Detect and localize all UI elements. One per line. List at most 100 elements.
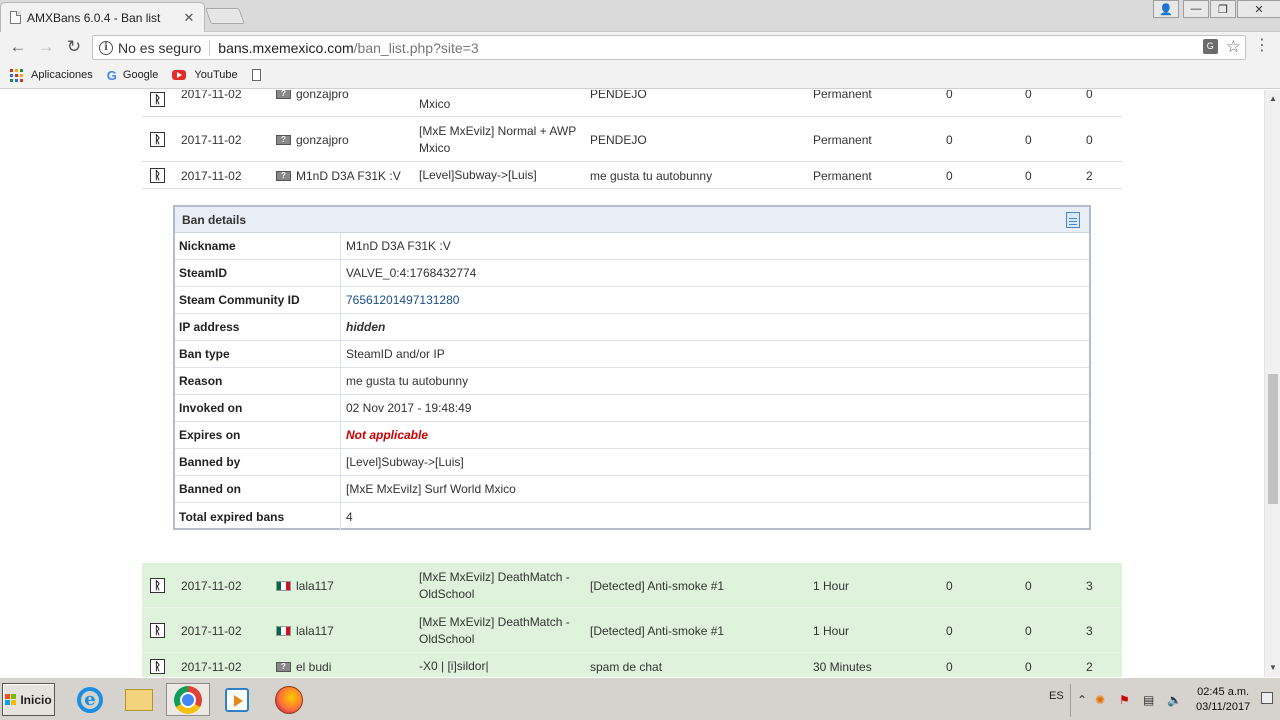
ban-server: [MxE MxEvilz] Normal + AWP Mxico <box>419 123 577 155</box>
page-icon <box>251 69 261 81</box>
ban-row[interactable]: ᚱ 2017-11-02 lala117 [MxE MxEvilz] Death… <box>142 608 1122 653</box>
page-viewport: ᚱ 2017-11-02 ? gonzajpro Mxico PENDEJO P… <box>0 90 1264 677</box>
ban-reason: spam de chat <box>590 659 663 674</box>
ban-count-3: 0 <box>1086 90 1093 101</box>
ban-length: Permanent <box>813 132 872 147</box>
browser-tab[interactable]: AMXBans 6.0.4 - Ban list ✕ <box>0 2 205 32</box>
ban-count-3: 2 <box>1086 659 1093 674</box>
browser-toolbar: ← → ↻ i No es seguro bans.mxemexico.com … <box>0 32 1280 62</box>
url-path[interactable]: /ban_list.php?site=3 <box>354 40 479 56</box>
detail-row-community-id: Steam Community ID 76561201497131280 <box>175 287 1089 314</box>
url-host[interactable]: bans.mxemexico.com <box>218 40 353 56</box>
bookmark-page[interactable] <box>251 69 261 81</box>
star-icon[interactable]: ☆ <box>1226 38 1241 55</box>
detail-row-total-expired: Total expired bans 4 <box>175 503 1089 530</box>
file-explorer-button[interactable] <box>117 683 161 716</box>
translate-icon[interactable]: G <box>1202 39 1218 54</box>
chrome-icon <box>174 685 202 714</box>
file-explorer-icon <box>125 688 153 711</box>
network-icon[interactable]: ▤ <box>1143 693 1154 707</box>
counter-strike-icon: ᚱ <box>150 659 165 674</box>
detail-label: Steam Community ID <box>175 287 341 313</box>
detail-label: Expires on <box>175 422 341 448</box>
chrome-button[interactable] <box>166 683 210 716</box>
ban-row[interactable]: ᚱ 2017-11-02 ? gonzajpro [MxE MxEvilz] N… <box>142 117 1122 162</box>
ban-row-selected[interactable]: ᚱ 2017-11-02 ? M1nD D3A F31K :V [Level]S… <box>142 162 1122 189</box>
ban-reason: PENDEJO <box>590 132 647 147</box>
vertical-scrollbar[interactable]: ▲ ▼ <box>1264 90 1280 677</box>
ban-nickname: gonzajpro <box>296 132 349 147</box>
window-controls: 👤 — ❐ ✕ <box>1152 0 1280 18</box>
action-center-icon[interactable]: ⚑ <box>1119 693 1130 707</box>
clock[interactable]: 02:45 a.m. 03/11/2017 <box>1196 685 1250 715</box>
maximize-button[interactable]: ❐ <box>1210 0 1236 18</box>
address-bar[interactable]: i No es seguro bans.mxemexico.com /ban_l… <box>92 35 1246 60</box>
scroll-down-icon[interactable]: ▼ <box>1265 661 1280 675</box>
detail-label: Nickname <box>175 233 341 259</box>
volume-icon[interactable]: 🔈 <box>1167 693 1182 707</box>
ban-count-2: 0 <box>1025 578 1032 593</box>
url-separator <box>209 39 211 56</box>
ban-server: [Level]Subway->[Luis] <box>419 168 537 182</box>
ban-nickname: gonzajpro <box>296 90 349 101</box>
detail-label: Total expired bans <box>175 503 341 530</box>
ban-row[interactable]: ᚱ 2017-11-02 lala117 [MxE MxEvilz] Death… <box>142 563 1122 608</box>
forward-button[interactable]: → <box>32 33 60 61</box>
tab-close-icon[interactable]: ✕ <box>182 10 196 25</box>
ban-details-title: Ban details <box>182 212 247 227</box>
antivirus-icon[interactable]: ✺ <box>1095 693 1105 707</box>
ban-row[interactable]: ᚱ 2017-11-02 ? gonzajpro Mxico PENDEJO P… <box>142 90 1122 117</box>
tab-strip: AMXBans 6.0.4 - Ban list ✕ 👤 — ❐ ✕ <box>0 0 1280 32</box>
clock-date: 03/11/2017 <box>1196 701 1251 713</box>
show-desktop-icon[interactable] <box>1261 692 1273 704</box>
counter-strike-icon: ᚱ <box>150 623 165 638</box>
ban-count-1: 0 <box>946 90 953 101</box>
detail-row-reason: Reason me gusta tu autobunny <box>175 368 1089 395</box>
back-button[interactable]: ← <box>4 33 32 61</box>
clock-time: 02:45 a.m. <box>1197 686 1250 698</box>
bookmark-apps[interactable]: Aplicaciones <box>10 68 93 82</box>
info-icon[interactable]: i <box>99 40 113 55</box>
ban-reason: [Detected] Anti-smoke #1 <box>590 623 725 638</box>
firefox-button[interactable] <box>267 683 311 716</box>
menu-icon[interactable]: ⋮ <box>1254 38 1270 54</box>
bookmark-google[interactable]: G Google <box>107 68 159 83</box>
show-hidden-icons-icon[interactable]: ⌃ <box>1077 693 1087 707</box>
ban-length: Permanent <box>813 90 872 101</box>
ban-server: -X0 | [i]sildor| <box>419 659 489 673</box>
tab-title: AMXBans 6.0.4 - Ban list <box>27 10 161 25</box>
scroll-up-icon[interactable]: ▲ <box>1265 92 1280 106</box>
ban-length: 1 Hour <box>813 578 850 593</box>
detail-row-steamid: SteamID VALVE_0:4:1768432774 <box>175 260 1089 287</box>
internet-explorer-button[interactable]: e <box>68 683 112 716</box>
scroll-thumb[interactable] <box>1268 374 1278 504</box>
unknown-flag-icon: ? <box>276 134 291 145</box>
ban-count-3: 2 <box>1086 168 1093 183</box>
bookmark-apps-label: Aplicaciones <box>31 69 93 81</box>
profile-icon[interactable]: 👤 <box>1153 0 1179 18</box>
language-indicator[interactable]: ES <box>1049 690 1064 702</box>
document-icon[interactable] <box>1066 212 1080 228</box>
media-player-button[interactable] <box>215 683 259 716</box>
close-window-button[interactable]: ✕ <box>1237 0 1280 18</box>
steam-community-link[interactable]: 76561201497131280 <box>341 287 1089 313</box>
start-button[interactable]: Inicio <box>2 683 55 716</box>
ban-server: Mxico <box>419 97 451 111</box>
bookmarks-bar: Aplicaciones G Google YouTube <box>0 62 1280 89</box>
detail-value: 02 Nov 2017 - 19:48:49 <box>346 401 472 415</box>
ban-count-1: 0 <box>946 623 953 638</box>
bookmark-youtube[interactable]: YouTube <box>172 69 238 81</box>
minimize-button[interactable]: — <box>1183 0 1209 18</box>
detail-label: Banned by <box>175 449 341 475</box>
ban-count-2: 0 <box>1025 168 1032 183</box>
ban-date: 2017-11-02 <box>181 659 242 674</box>
ban-row[interactable]: ᚱ 2017-11-02 ? el budi -X0 | [i]sildor| … <box>142 653 1122 677</box>
reload-button[interactable]: ↻ <box>60 33 88 61</box>
security-label[interactable]: No es seguro <box>118 40 201 56</box>
bookmark-youtube-label: YouTube <box>194 69 238 81</box>
detail-row-expires: Expires on Not applicable <box>175 422 1089 449</box>
windows-logo-icon <box>5 693 17 706</box>
detail-row-nickname: Nickname M1nD D3A F31K :V <box>175 233 1089 260</box>
ban-date: 2017-11-02 <box>181 168 242 183</box>
new-tab-button[interactable] <box>205 8 245 24</box>
